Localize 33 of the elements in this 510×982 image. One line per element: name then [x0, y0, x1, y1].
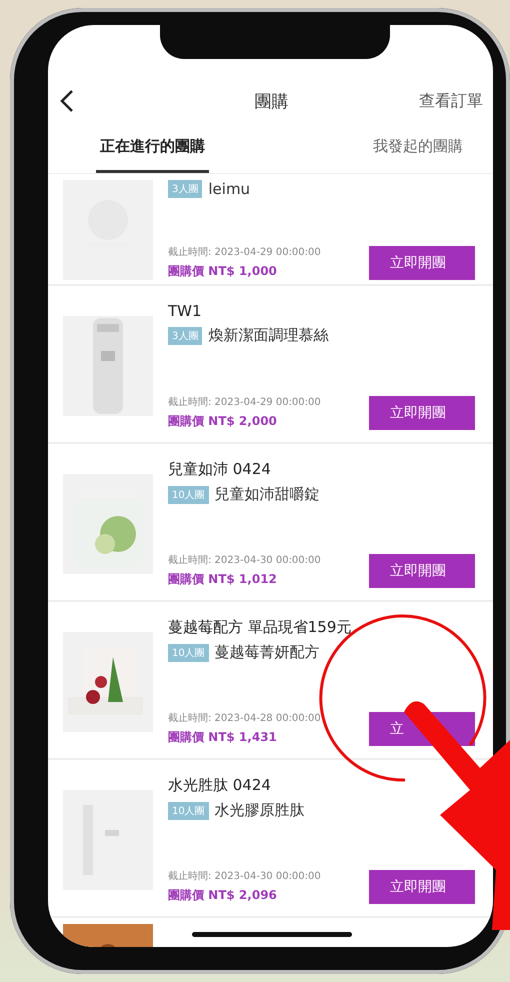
product-name: 兒童如沛甜嚼錠: [214, 485, 320, 504]
view-orders-link[interactable]: 查看訂單: [419, 90, 483, 112]
group-size-badge: 3人團: [168, 326, 202, 344]
product-name: 蔓越莓菁妍配方: [214, 643, 320, 662]
back-icon[interactable]: [60, 89, 74, 113]
product-name: 水光膠原胜肽: [214, 801, 305, 820]
product-title: TW1: [168, 302, 203, 320]
group-price: 團購價 NT$ 2,096: [168, 887, 278, 904]
deadline-text: 截止時間: 2023-04-28 00:00:00: [168, 712, 321, 725]
group-price: 團購價 NT$ 2,000: [168, 413, 278, 430]
page-title: 團購: [254, 90, 288, 112]
group-price: 團購價 NT$ 1,012: [168, 571, 278, 588]
product-name: leimu: [208, 180, 250, 198]
group-size-badge: 10人團: [168, 802, 209, 820]
product-title: 兒童如沛 0424: [168, 460, 272, 479]
deadline-text: 截止時間: 2023-04-29 00:00:00: [168, 396, 321, 409]
group-size-badge: 3人團: [168, 180, 202, 198]
start-group-button[interactable]: 立即開團: [369, 396, 475, 430]
product-title: 蔓越莓配方 單品現省159元: [168, 618, 352, 637]
start-group-button[interactable]: 立即開團: [369, 554, 475, 588]
group-price: 團購價 NT$ 1,000: [168, 263, 278, 280]
deadline-text: 截止時間: 2023-04-29 00:00:00: [168, 246, 321, 259]
group-size-badge: 10人團: [168, 644, 209, 662]
tab[interactable]: 正在進行的團購: [96, 125, 209, 173]
product-title: 水光胜肽 0424: [168, 776, 272, 795]
group-price: 團購價 NT$ 1,431: [168, 729, 278, 746]
deadline-text: 截止時間: 2023-04-30 00:00:00: [168, 554, 321, 567]
start-group-button[interactable]: 立即開團: [369, 246, 475, 280]
start-group-button[interactable]: 立即開團: [369, 870, 475, 904]
product-name: 煥新潔面調理慕絲: [208, 326, 328, 345]
deadline-text: 截止時間: 2023-04-30 00:00:00: [168, 870, 321, 883]
group-size-badge: 10人團: [168, 486, 209, 504]
tab[interactable]: 我發起的團購: [369, 125, 467, 173]
